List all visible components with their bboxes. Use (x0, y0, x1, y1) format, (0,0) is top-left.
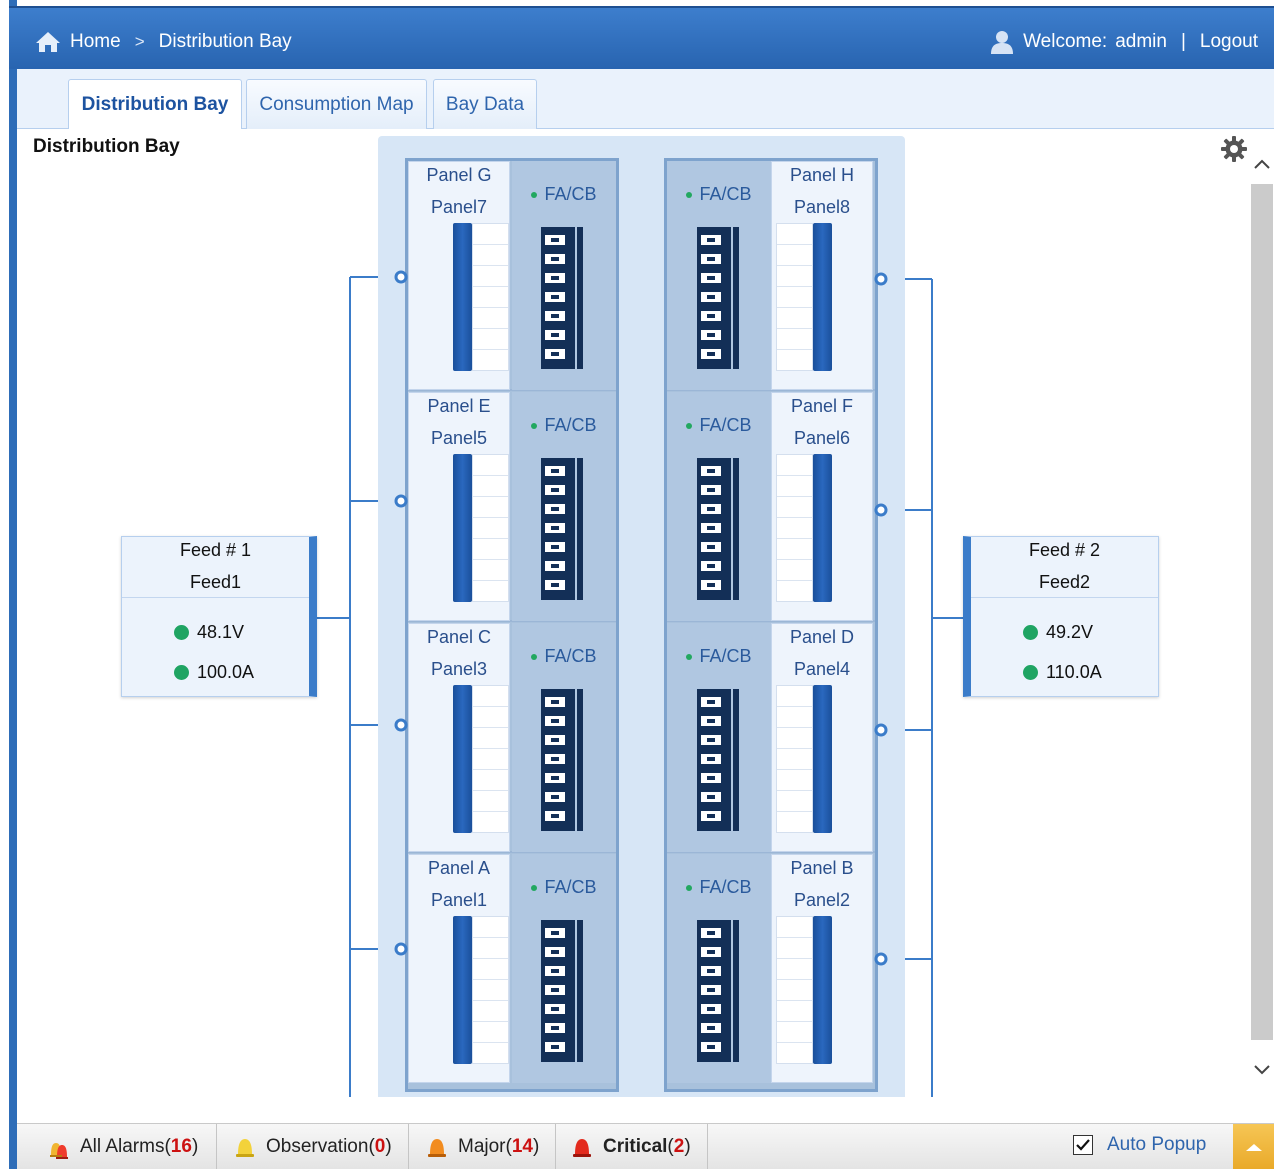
auto-popup-label: Auto Popup (1107, 1134, 1207, 1155)
content-area: Distribution Bay Feed # 1 Feed1 48.1V 10… (17, 129, 1250, 1097)
top-bar: Home > Distribution Bay Welcome: admin |… (9, 6, 1274, 69)
auto-popup-toggle[interactable]: Auto Popup (1073, 1134, 1206, 1156)
username: admin (1115, 31, 1167, 52)
major-label: Major (458, 1136, 506, 1157)
window-frame (0, 0, 9, 1169)
home-icon[interactable] (35, 30, 61, 54)
major-button[interactable]: Major(14) (409, 1124, 556, 1169)
breadcrumb-separator: > (134, 32, 145, 51)
scrollbar-thumb[interactable] (1251, 184, 1273, 1040)
major-count: 14 (511, 1136, 533, 1157)
all-alarms-label: All Alarms (80, 1136, 165, 1157)
auto-popup-checkbox[interactable] (1073, 1135, 1093, 1155)
all-alarms-icon (50, 1143, 68, 1159)
chevron-up-icon (1245, 1144, 1262, 1151)
observation-count: 0 (374, 1136, 386, 1157)
observation-label: Observation (266, 1136, 369, 1157)
all-alarms-button[interactable]: All Alarms(16) (17, 1124, 217, 1169)
user-icon (991, 31, 1014, 54)
tab-bar: Distribution Bay Consumption Map Bay Dat… (17, 69, 1274, 130)
observation-button[interactable]: Observation(0) (217, 1124, 409, 1169)
logout-link[interactable]: Logout (1200, 31, 1258, 53)
bell-yellow-icon (236, 1139, 254, 1157)
tab-bay-data[interactable]: Bay Data (433, 79, 537, 129)
scroll-up-icon[interactable] (1250, 152, 1274, 176)
bell-red-icon (573, 1139, 591, 1157)
left-frame-strip (9, 0, 17, 1169)
breadcrumb-current: Distribution Bay (158, 31, 292, 52)
tab-distribution-bay[interactable]: Distribution Bay (68, 79, 242, 130)
alarm-bar: All Alarms(16) Observation(0) Major(14) … (17, 1123, 1274, 1169)
welcome-label: Welcome: (1023, 31, 1108, 52)
collapse-panel-button[interactable] (1233, 1124, 1274, 1169)
critical-label: Critical (603, 1136, 668, 1157)
header-divider: | (1180, 31, 1186, 52)
user-area: Welcome: admin | Logout (991, 30, 1258, 54)
scroll-down-icon[interactable] (1250, 1058, 1274, 1082)
all-alarms-count: 16 (170, 1136, 192, 1157)
connector-nodes (394, 270, 888, 966)
checkmark-icon (1076, 1139, 1090, 1151)
critical-count: 2 (673, 1136, 685, 1157)
bell-orange-icon (428, 1139, 446, 1157)
tab-consumption-map[interactable]: Consumption Map (246, 79, 427, 129)
breadcrumb: Home > Distribution Bay (35, 30, 292, 54)
critical-button[interactable]: Critical(2) (556, 1124, 708, 1169)
breadcrumb-home[interactable]: Home (70, 31, 121, 53)
